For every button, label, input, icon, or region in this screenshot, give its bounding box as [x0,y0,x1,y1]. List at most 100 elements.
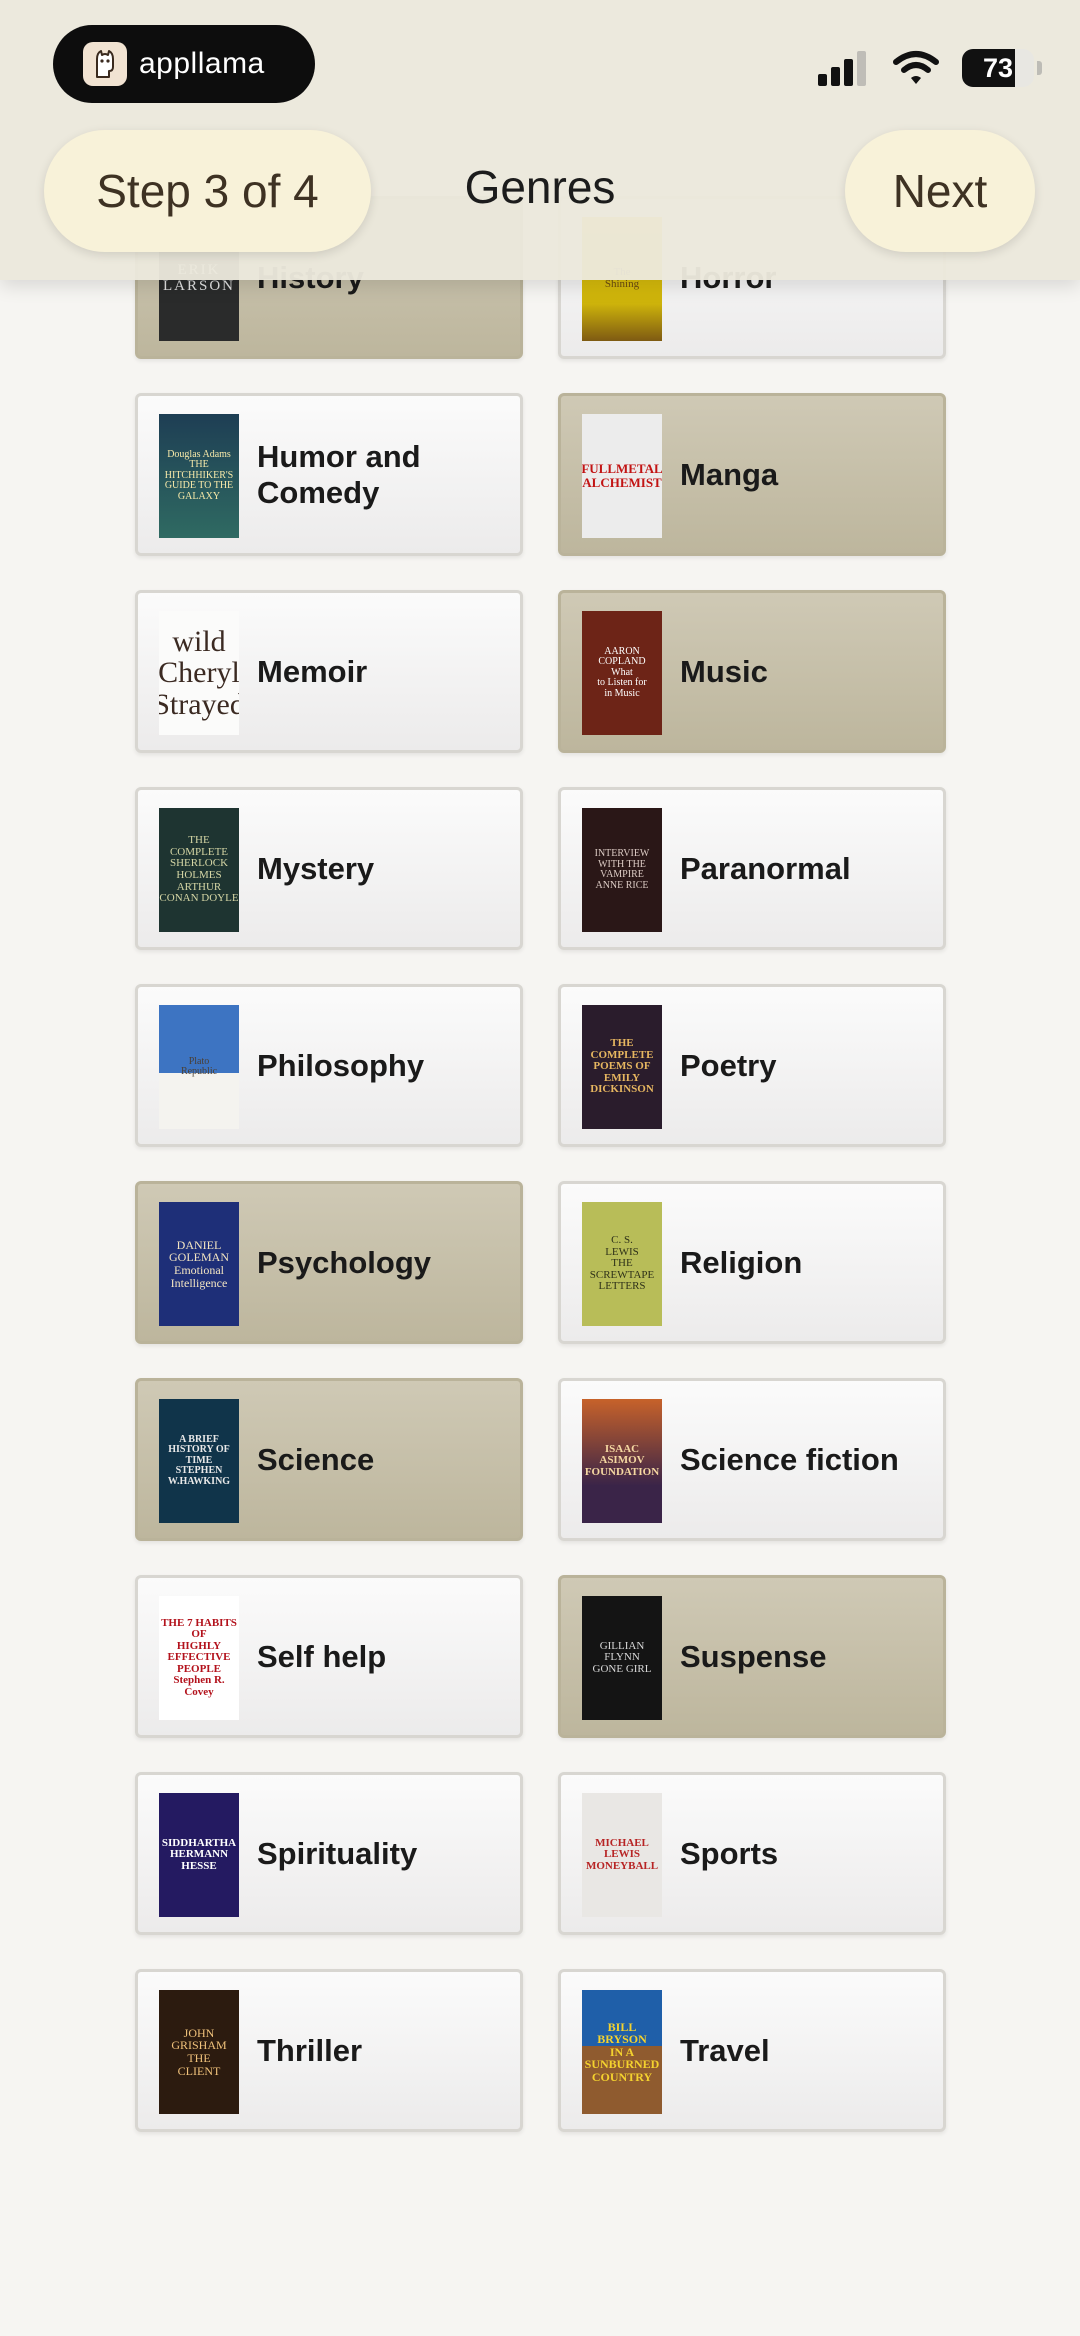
cover-text: C. S. [611,1234,633,1247]
book-cover-image: SIDDHARTHA HERMANN HESSE [159,1793,239,1917]
cover-text: Cheryl Strayed [159,656,239,721]
genre-card-sports[interactable]: MICHAEL LEWIS MONEYBALL Sports [558,1772,946,1935]
genre-card-mystery[interactable]: THE COMPLETE SHERLOCK HOLMES ARTHUR CONAN D… [135,787,523,950]
cover-text: THE COMPLETE [590,1037,654,1061]
genre-label: Travel [680,2032,770,2068]
genre-card-suspense[interactable]: GILLIAN FLYNN GONE GIRL Suspense [558,1575,946,1738]
cover-text: Republic [180,1066,218,1077]
genre-label: Paranormal [680,850,851,886]
next-button[interactable]: Next [845,130,1035,252]
book-cover-image: Douglas Adams THE HITCHHIKER'S GUIDE TO TH… [159,414,239,538]
genre-card-thriller[interactable]: JOHN GRISHAM THE CLIENT Thriller [135,1969,523,2132]
cover-text: VAMPIRE [600,869,644,880]
genre-label: Thriller [257,2032,363,2068]
battery-icon: 73 [962,49,1042,87]
cover-text: W.HAWKING [167,1475,231,1487]
cover-text: Intelligence [170,1275,228,1290]
battery-body: 73 [962,49,1034,87]
genre-label: Manga [680,456,779,492]
genre-label: Science [257,1441,375,1477]
cover-text: MONEYBALL [585,1859,659,1872]
app-name: appllama [139,47,265,80]
genre-label: Self help [257,1638,387,1674]
genre-label: Science fiction [680,1441,899,1477]
cover-text: MICHAEL LEWIS [595,1836,649,1861]
genre-label: Poetry [680,1047,777,1083]
page-title: Genres [464,161,616,213]
cover-text: ISAAC ASIMOV [599,1442,645,1467]
genre-label: Humor and Comedy [257,438,421,510]
cover-text: HOLMES [176,869,222,881]
genre-card-memoir[interactable]: wild Cheryl Strayed Memoir [135,590,523,753]
book-cover-image: THE COMPLETE POEMS OF EMILY DICKINSON [582,1005,662,1129]
book-cover-image: JOHN GRISHAM THE CLIENT [159,1990,239,2114]
cover-text: GALAXY [177,490,221,502]
book-cover-image: INTERVIEW WITH THE VAMPIRE ANNE RICE [582,808,662,932]
app-indicator-pill[interactable]: appllama [53,25,315,103]
status-icons: 73 [816,48,1042,88]
cover-text: BILL BRYSON [597,2019,647,2047]
book-cover-image: BILL BRYSON IN A SUNBURNED COUNTRY [582,1990,662,2114]
genre-label: Memoir [257,653,368,689]
genre-card-religion[interactable]: C. S. LEWIS THE SCREWTAPE LETTERS Religion [558,1181,946,1344]
step-indicator-button[interactable]: Step 3 of 4 [44,130,371,252]
book-cover-image: ISAAC ASIMOV FOUNDATION [582,1399,662,1523]
top-header: appllama 73 Step 3 of 4 Genres Next [0,0,1080,280]
cover-text: Shining [604,278,640,290]
cover-text: INTERVIEW [594,848,650,859]
genre-card-manga[interactable]: FULLMETAL ALCHEMIST Manga [558,393,946,556]
genre-card-spirituality[interactable]: SIDDHARTHA HERMANN HESSE Spirituality [135,1772,523,1935]
genre-card-science-fiction[interactable]: ISAAC ASIMOV FOUNDATION Science fiction [558,1378,946,1541]
genre-card-paranormal[interactable]: INTERVIEW WITH THE VAMPIRE ANNE RICE Paranor… [558,787,946,950]
book-cover-image: AARON COPLAND What to Listen for in Music [582,611,662,735]
cover-text: ANNE RICE [595,879,649,891]
genre-card-psychology[interactable]: DANIEL GOLEMAN Emotional Intelligence Psycho… [135,1181,523,1344]
genre-label: Mystery [257,850,375,886]
book-cover-image: wild Cheryl Strayed [159,611,239,735]
book-cover-image: C. S. LEWIS THE SCREWTAPE LETTERS [582,1202,662,1326]
cover-text: THE HITCHHIKER'S [164,459,234,481]
genre-label: Philosophy [257,1047,425,1083]
llama-icon [83,42,127,86]
cover-text: THE COMPLETE [169,834,229,858]
cover-text: ARTHUR CONAN DOYLE [159,880,239,905]
cover-text: Stephen R. Covey [173,1674,225,1698]
cover-text: CLIENT [177,2063,221,2078]
cover-text: COUNTRY [591,2069,653,2084]
book-cover-image: MICHAEL LEWIS MONEYBALL [582,1793,662,1917]
genre-label: Spirituality [257,1835,418,1871]
book-cover-image: A BRIEF HISTORY OF TIME STEPHEN W.HAWKING [159,1399,239,1523]
book-cover-image: THE COMPLETE SHERLOCK HOLMES ARTHUR CONAN D… [159,808,239,932]
genre-card-self-help[interactable]: THE 7 HABITS OF HIGHLY EFFECTIVE PEOPLE Step… [135,1575,523,1738]
cover-text: GONE GIRL [592,1662,652,1675]
cover-text: Emotional [174,1263,224,1277]
book-cover-image: DANIEL GOLEMAN Emotional Intelligence [159,1202,239,1326]
cover-text: wild [172,624,226,658]
battery-percent: 73 [982,52,1014,83]
genre-card-science[interactable]: A BRIEF HISTORY OF TIME STEPHEN W.HAWKING Sci… [135,1378,523,1541]
cover-text: LARSON [162,278,235,294]
genre-card-travel[interactable]: BILL BRYSON IN A SUNBURNED COUNTRY Travel [558,1969,946,2132]
cover-text: FOUNDATION [584,1465,660,1478]
wifi-icon [893,51,939,84]
genre-card-music[interactable]: AARON COPLAND What to Listen for in Music Mus… [558,590,946,753]
cellular-signal-icon [818,51,866,86]
cover-text: ALCHEMIST [582,475,662,490]
book-cover-image: Plato Republic [159,1005,239,1129]
genre-label: Sports [680,1835,779,1871]
genre-label: Music [680,653,768,689]
battery-tip [1037,61,1042,75]
genre-card-humor-and-comedy[interactable]: Douglas Adams THE HITCHHIKER'S GUIDE TO TH… [135,393,523,556]
genre-card-poetry[interactable]: THE COMPLETE POEMS OF EMILY DICKINSON Poetry [558,984,946,1147]
cover-text: FULLMETAL [582,461,662,477]
book-cover-image: GILLIAN FLYNN GONE GIRL [582,1596,662,1720]
cover-text: THE SCREWTAPE LETTERS [589,1257,655,1293]
genre-label: Suspense [680,1638,827,1674]
cover-text: in Music [604,687,640,699]
genre-card-philosophy[interactable]: Plato Republic Philosophy [135,984,523,1147]
cover-text: HESSE [181,1859,217,1872]
genre-label: Psychology [257,1244,431,1280]
cover-text: DICKINSON [590,1083,654,1096]
book-cover-image: THE 7 HABITS OF HIGHLY EFFECTIVE PEOPLE Step… [159,1596,239,1720]
cover-text: THE [187,2051,211,2065]
